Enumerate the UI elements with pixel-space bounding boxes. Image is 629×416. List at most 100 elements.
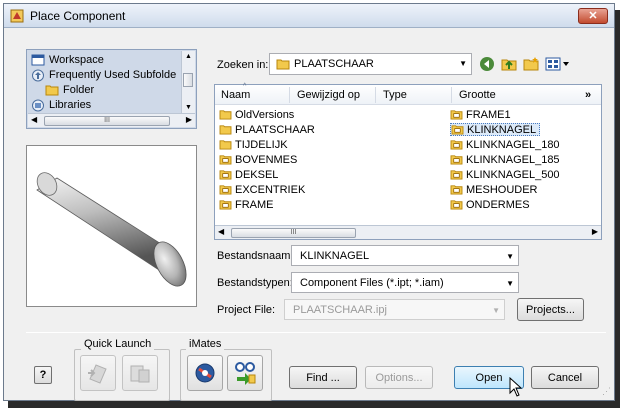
look-in-dropdown[interactable]: PLAATSCHAAR ▼ [269, 53, 472, 75]
part-file-icon [219, 155, 232, 165]
inventor-app-icon [10, 9, 24, 23]
file-name: DEKSEL [235, 168, 279, 181]
folder-icon [219, 140, 232, 150]
part-file-icon [219, 170, 232, 180]
title-bar[interactable]: Place Component ✕ [4, 4, 614, 28]
file-name: TIJDELIJK [235, 138, 288, 151]
imates-label: iMates [186, 338, 225, 350]
scroll-left-icon[interactable]: ◀ [218, 227, 224, 236]
view-menu-icon[interactable] [545, 56, 571, 72]
chevron-down-icon: ▼ [459, 59, 467, 68]
file-name: ONDERMES [466, 198, 530, 211]
file-item[interactable]: KLINKNAGEL [450, 123, 541, 136]
mouse-cursor-icon [509, 377, 523, 397]
open-button-label: Open [475, 371, 503, 384]
filename-label: Bestandsnaam: [217, 250, 294, 262]
imate-icon [195, 363, 215, 383]
imate-match-icon [235, 362, 256, 385]
file-item[interactable]: ONDERMES [450, 198, 530, 211]
resize-grip-icon[interactable]: ⋰ [602, 386, 611, 397]
file-item[interactable]: KLINKNAGEL_185 [450, 153, 560, 166]
part-file-icon [450, 200, 463, 210]
column-divider[interactable] [289, 87, 290, 103]
file-name: EXCENTRIEK [235, 183, 306, 196]
look-in-label: Zoeken in: [217, 59, 269, 71]
column-divider[interactable] [375, 87, 376, 103]
scroll-thumb[interactable]: III [44, 116, 170, 126]
scroll-thumb[interactable] [183, 73, 193, 87]
chevron-down-icon[interactable]: ▼ [506, 279, 514, 288]
scroll-up-icon[interactable]: ▲ [185, 53, 192, 60]
tree-item-workspace[interactable]: Workspace [31, 53, 104, 67]
file-item[interactable]: FRAME1 [450, 108, 511, 121]
scroll-right-icon[interactable]: ▶ [186, 115, 192, 124]
file-item[interactable]: KLINKNAGEL_180 [450, 138, 560, 151]
file-name: FRAME [235, 198, 274, 211]
part-file-icon [450, 110, 463, 120]
file-name: KLINKNAGEL_500 [466, 168, 560, 181]
scroll-down-icon[interactable]: ▼ [185, 104, 192, 111]
file-item[interactable]: PLAATSCHAAR [219, 123, 315, 136]
imates-interactive-button[interactable] [187, 355, 223, 391]
place-component-dialog: Place Component ✕ Workspace Frequently U… [3, 3, 615, 401]
column-modified[interactable]: Gewijzigd op [297, 89, 360, 101]
scroll-left-icon[interactable]: ◀ [31, 115, 37, 124]
component-icon [130, 365, 150, 383]
scroll-grip: III [104, 117, 110, 124]
tree-item-folder[interactable]: Folder [45, 83, 94, 97]
file-name: PLAATSCHAAR [235, 123, 315, 136]
sort-ascending-icon: ^ [243, 83, 247, 90]
find-button[interactable]: Find ... [289, 366, 357, 389]
column-size[interactable]: Grootte [459, 89, 496, 101]
file-item[interactable]: MESHOUDER [450, 183, 538, 196]
new-folder-icon[interactable] [523, 56, 539, 72]
rivet-preview-image [36, 172, 187, 287]
file-list-horizontal-scrollbar[interactable]: ◀ III ▶ [215, 225, 601, 239]
column-name[interactable]: Naam [221, 89, 250, 101]
file-item[interactable]: DEKSEL [219, 168, 278, 181]
projects-button[interactable]: Projects... [517, 298, 584, 321]
more-columns-icon[interactable]: » [585, 89, 591, 101]
help-button[interactable]: ? [34, 366, 52, 384]
filetype-dropdown[interactable]: Component Files (*.ipt; *.iam) ▼ [291, 272, 519, 293]
chevron-down-icon: ▼ [492, 306, 500, 315]
scroll-thumb[interactable]: III [231, 228, 356, 238]
file-item[interactable]: EXCENTRIEK [219, 183, 305, 196]
file-list[interactable]: Naam ^ Gewijzigd op Type Grootte » OldVe… [214, 83, 602, 240]
column-type[interactable]: Type [383, 89, 407, 101]
cancel-button[interactable]: Cancel [531, 366, 599, 389]
file-name: KLINKNAGEL [467, 123, 537, 136]
project-file-label: Project File: [217, 304, 276, 316]
folder-icon [219, 125, 232, 135]
part-file-icon [450, 185, 463, 195]
filename-input[interactable]: KLINKNAGEL ▼ [291, 245, 519, 266]
imates-generate-button[interactable] [227, 355, 263, 391]
file-item[interactable]: BOVENMES [219, 153, 297, 166]
tree-item-libraries[interactable]: Libraries [31, 98, 91, 112]
location-tree[interactable]: Workspace Frequently Used Subfolde Folde… [26, 49, 197, 129]
scroll-grip: III [290, 229, 297, 236]
component-preview [26, 145, 197, 307]
chevron-down-icon[interactable]: ▼ [506, 252, 514, 261]
up-folder-icon[interactable] [501, 56, 517, 72]
folder-icon [45, 85, 59, 96]
column-header-row: Naam ^ Gewijzigd op Type Grootte » [215, 83, 601, 105]
workspace-icon [31, 54, 45, 65]
file-item[interactable]: OldVersions [219, 108, 294, 121]
file-name: MESHOUDER [466, 183, 538, 196]
close-button[interactable]: ✕ [578, 8, 608, 24]
back-icon[interactable] [479, 56, 495, 72]
file-item[interactable]: TIJDELIJK [219, 138, 288, 151]
file-item[interactable]: FRAME [219, 198, 274, 211]
part-file-icon [450, 140, 463, 150]
tree-vertical-scrollbar[interactable]: ▲ ▼ [181, 51, 195, 113]
column-divider[interactable] [451, 87, 452, 103]
quick-launch-place-button [80, 355, 116, 391]
project-file-value: PLAATSCHAAR.ipj [293, 303, 387, 316]
place-component-icon [88, 364, 107, 384]
tree-horizontal-scrollbar[interactable]: ◀ III ▶ [28, 113, 195, 127]
tree-item-frequently-used[interactable]: Frequently Used Subfolde [31, 68, 176, 82]
file-item[interactable]: KLINKNAGEL_500 [450, 168, 560, 181]
filetype-value: Component Files (*.ipt; *.iam) [300, 276, 444, 289]
scroll-right-icon[interactable]: ▶ [592, 227, 598, 236]
